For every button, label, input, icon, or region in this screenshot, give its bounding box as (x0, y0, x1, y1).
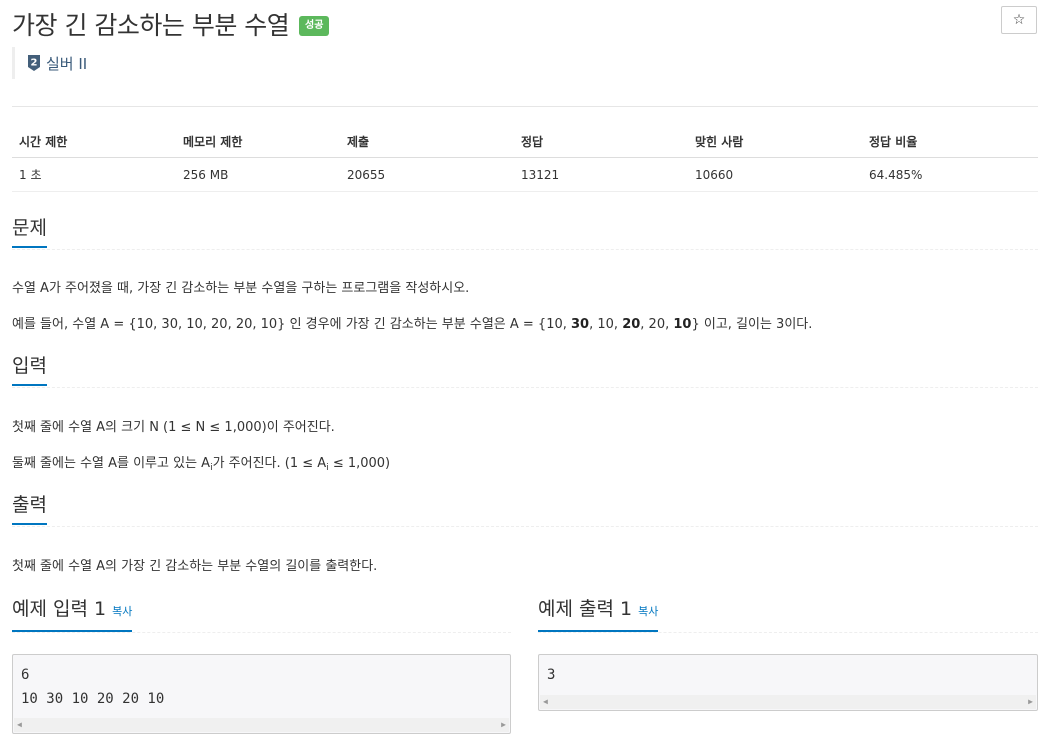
problem-info-table: 시간 제한 메모리 제한 제출 정답 맞힌 사람 정답 비율 1 초 256 M… (12, 126, 1038, 192)
table-header-row: 시간 제한 메모리 제한 제출 정답 맞힌 사람 정답 비율 (12, 126, 1038, 158)
sample-input-header: 예제 입력 1 복사 (12, 596, 511, 633)
output-description: 첫째 줄에 수열 A의 가장 긴 감소하는 부분 수열의 길이를 출력한다. (12, 559, 378, 574)
header-ratio: 정답 비율 (862, 126, 1038, 158)
svg-text:2: 2 (31, 58, 38, 69)
tier-label: 실버 II (46, 54, 88, 73)
scroll-left-icon[interactable]: ◀ (17, 718, 22, 732)
divider (12, 106, 1038, 107)
scroll-left-icon[interactable]: ◀ (543, 695, 548, 709)
header-time-limit: 시간 제한 (12, 126, 176, 158)
solved-users-value: 10660 (688, 157, 862, 192)
sample-output-line-1: 3 (547, 667, 556, 683)
input-heading: 입력 (12, 353, 47, 386)
favorite-star-button[interactable]: ☆ (1001, 6, 1037, 34)
sample-output-box[interactable]: 3 ◀ ▶ (538, 654, 1038, 711)
tier-badge-icon: 2 (28, 55, 40, 71)
input-description-1: 첫째 줄에 수열 A의 크기 N (1 ≤ N ≤ 1,000)이 주어진다. (12, 420, 335, 435)
problem-heading: 문제 (12, 215, 47, 248)
page-title: 가장 긴 감소하는 부분 수열 (12, 11, 290, 40)
problem-description-2: 예를 들어, 수열 A = {10, 30, 10, 20, 20, 10} 인… (12, 317, 813, 332)
horizontal-scrollbar[interactable]: ◀ ▶ (14, 718, 509, 732)
sample-input-box[interactable]: 6 10 30 10 20 20 10 ◀ ▶ (12, 654, 511, 734)
sample-output-section: 예제 출력 1 복사 (538, 596, 1038, 633)
input-description-2: 둘째 줄에는 수열 A를 이루고 있는 Ai가 주어진다. (1 ≤ Ai ≤ … (12, 456, 391, 473)
star-icon: ☆ (1012, 12, 1026, 28)
problem-description-1: 수열 A가 주어졌을 때, 가장 긴 감소하는 부분 수열을 구하는 프로그램을… (12, 281, 470, 296)
sample-input-line-1: 6 (21, 667, 30, 683)
copy-output-link[interactable]: 복사 (638, 605, 658, 618)
accepted-value: 13121 (514, 157, 688, 192)
table-row: 1 초 256 MB 20655 13121 10660 64.485% (12, 157, 1038, 192)
header-submissions: 제출 (340, 126, 514, 158)
memory-limit-value: 256 MB (176, 157, 340, 192)
ratio-value: 64.485% (862, 157, 1038, 192)
status-badge: 성공 (299, 16, 330, 36)
time-limit-value: 1 초 (12, 157, 176, 192)
header-solved-users: 맞힌 사람 (688, 126, 862, 158)
submissions-value: 20655 (340, 157, 514, 192)
header-accepted: 정답 (514, 126, 688, 158)
scroll-right-icon[interactable]: ▶ (1028, 695, 1033, 709)
sample-input-title: 예제 입력 1 (12, 598, 107, 620)
scroll-right-icon[interactable]: ▶ (501, 718, 506, 732)
tier-info: 2 실버 II (12, 47, 87, 79)
sample-input-line-2: 10 30 10 20 20 10 (21, 691, 165, 707)
input-section-header: 입력 (12, 353, 1038, 388)
sample-output-title: 예제 출력 1 (538, 598, 633, 620)
output-heading: 출력 (12, 492, 47, 525)
output-section-header: 출력 (12, 492, 1038, 527)
sample-output-header: 예제 출력 1 복사 (538, 596, 1038, 633)
header-memory-limit: 메모리 제한 (176, 126, 340, 158)
copy-input-link[interactable]: 복사 (112, 605, 132, 618)
problem-section-header: 문제 (12, 215, 1038, 250)
horizontal-scrollbar[interactable]: ◀ ▶ (540, 695, 1036, 709)
sample-input-section: 예제 입력 1 복사 (12, 596, 511, 633)
